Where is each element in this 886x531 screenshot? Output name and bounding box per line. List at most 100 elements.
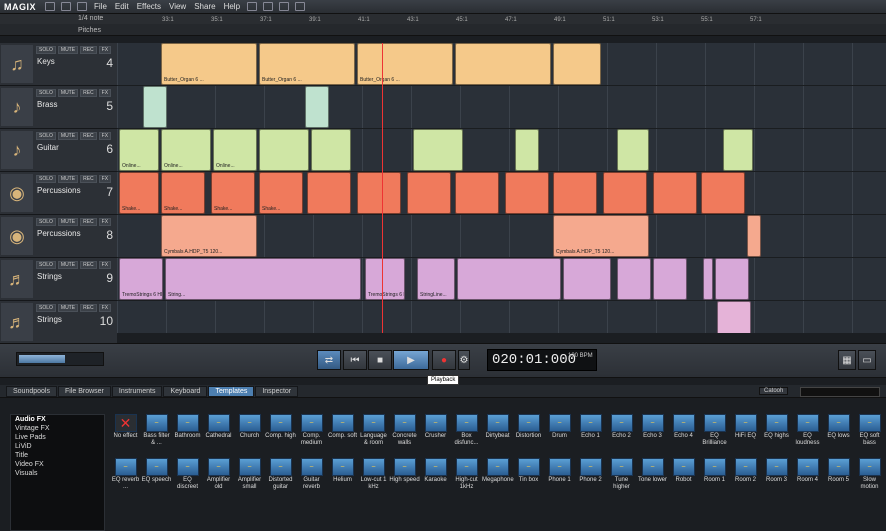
new-file-icon[interactable]: [45, 2, 56, 11]
clip[interactable]: TremoStrings 6 HDP_T5 120.00 BPM: [119, 258, 163, 300]
effect-tile[interactable]: ~ High speed: [389, 458, 420, 504]
rec-button[interactable]: REC: [80, 261, 97, 269]
effect-tile[interactable]: ~ Robot: [668, 458, 699, 504]
effect-tile[interactable]: ~ EQ speech: [141, 458, 172, 504]
clip[interactable]: [305, 86, 329, 128]
track-header[interactable]: ◉ SOLO MUTE REC FX Percussions 7: [0, 172, 117, 215]
clip[interactable]: [747, 215, 761, 257]
menu-effects[interactable]: Effects: [133, 2, 165, 11]
effect-tile[interactable]: ~ Crusher: [420, 414, 451, 460]
fx-button[interactable]: FX: [98, 304, 112, 312]
search-input[interactable]: [800, 387, 880, 397]
clip[interactable]: [701, 172, 745, 214]
effect-tile[interactable]: ~ Phone 2: [575, 458, 606, 504]
clip[interactable]: Butter_Organ 6 ...: [161, 43, 257, 85]
mute-button[interactable]: MUTE: [57, 132, 79, 140]
clip[interactable]: Cymbals A.HDP_T5 120...: [553, 215, 649, 257]
track-name[interactable]: Percussions: [37, 186, 81, 195]
menu-view[interactable]: View: [165, 2, 190, 11]
clip[interactable]: Shake...: [161, 172, 205, 214]
clip[interactable]: [357, 172, 401, 214]
effect-tile[interactable]: ~ Amplifier small: [234, 458, 265, 504]
clip[interactable]: [455, 172, 499, 214]
fx-button[interactable]: FX: [98, 261, 112, 269]
save-icon[interactable]: [77, 2, 88, 11]
mute-button[interactable]: MUTE: [57, 218, 79, 226]
clip[interactable]: [717, 301, 751, 333]
rec-button[interactable]: REC: [80, 132, 97, 140]
solo-button[interactable]: SOLO: [36, 304, 56, 312]
category-item[interactable]: Live Pads: [11, 433, 104, 442]
effect-tile[interactable]: ~ Comp. soft: [327, 414, 358, 460]
solo-button[interactable]: SOLO: [36, 132, 56, 140]
effect-tile[interactable]: ~ Echo 2: [606, 414, 637, 460]
clip[interactable]: [515, 129, 539, 171]
effect-tile[interactable]: ~ Guitar reverb: [296, 458, 327, 504]
clip[interactable]: [617, 258, 651, 300]
track-header[interactable]: ♬ SOLO MUTE REC FX Strings 10: [0, 301, 117, 344]
clip[interactable]: String...: [165, 258, 361, 300]
track-header[interactable]: ◉ SOLO MUTE REC FX Percussions 8: [0, 215, 117, 258]
category-item[interactable]: Vintage FX: [11, 424, 104, 433]
solo-button[interactable]: SOLO: [36, 261, 56, 269]
view-mode-2-button[interactable]: ▭: [858, 350, 876, 370]
clip[interactable]: [553, 43, 601, 85]
effect-tile[interactable]: ~ Megaphone: [482, 458, 514, 504]
fx-button[interactable]: FX: [98, 175, 112, 183]
effect-tile[interactable]: ~ Box disfunc...: [451, 414, 482, 460]
solo-button[interactable]: SOLO: [36, 89, 56, 97]
menu-share[interactable]: Share: [190, 2, 219, 11]
effect-tile[interactable]: ~ Slow motion: [854, 458, 885, 504]
rec-button[interactable]: REC: [80, 218, 97, 226]
tab-file-browser[interactable]: File Browser: [57, 386, 111, 397]
category-item[interactable]: Video FX: [11, 460, 104, 469]
effect-tile[interactable]: ~ Amplifier old: [203, 458, 234, 504]
rewind-button[interactable]: ⏮: [343, 350, 367, 370]
effect-tile[interactable]: ~ Karaoke: [420, 458, 451, 504]
clip[interactable]: [553, 172, 597, 214]
effect-tile[interactable]: ~ Distortion: [513, 414, 544, 460]
tab-instruments[interactable]: Instruments: [111, 386, 163, 397]
effect-tile[interactable]: ~ Low-cut 1 kHz: [358, 458, 389, 504]
clip[interactable]: [259, 129, 309, 171]
track-lane[interactable]: Online... Online... Online...: [117, 129, 886, 172]
clip[interactable]: [653, 172, 697, 214]
track-name[interactable]: Brass: [37, 100, 57, 109]
effect-tile[interactable]: ~ Room 1: [699, 458, 730, 504]
effect-tile[interactable]: ~ EQ Brilliance: [699, 414, 730, 460]
effect-tile[interactable]: ~ Tone lower: [637, 458, 668, 504]
track-header[interactable]: ♪ SOLO MUTE REC FX Guitar 6: [0, 129, 117, 172]
clip[interactable]: [307, 172, 351, 214]
clip[interactable]: [617, 129, 649, 171]
track-name[interactable]: Keys: [37, 57, 55, 66]
zoom-slider[interactable]: [16, 352, 104, 366]
track-lane[interactable]: Cymbals A.HDP_T5 120... Cymbals A.HDP_T5 …: [117, 215, 886, 258]
clip[interactable]: TremoStrings 6 HDP_T5 120...: [365, 258, 405, 300]
effect-tile[interactable]: ~ EQ discreet: [172, 458, 203, 504]
clip[interactable]: StringLine...: [417, 258, 455, 300]
clip[interactable]: [563, 258, 611, 300]
track-header[interactable]: ♬ SOLO MUTE REC FX Strings 9: [0, 258, 117, 301]
effect-tile[interactable]: ~ Comp. high: [265, 414, 296, 460]
scissors-icon[interactable]: [279, 2, 290, 11]
clip[interactable]: [653, 258, 687, 300]
category-item[interactable]: Title: [11, 451, 104, 460]
tab-inspector[interactable]: Inspector: [255, 386, 299, 397]
clip[interactable]: [715, 258, 749, 300]
clip[interactable]: [603, 172, 647, 214]
effect-tile[interactable]: ~ Room 2: [730, 458, 761, 504]
clip[interactable]: Online...: [161, 129, 211, 171]
fx-button[interactable]: FX: [98, 218, 112, 226]
tab-templates[interactable]: Templates: [208, 386, 255, 397]
clip[interactable]: [407, 172, 451, 214]
track-name[interactable]: Strings: [37, 315, 62, 324]
view-mode-1-button[interactable]: ▦: [838, 350, 856, 370]
effect-tile[interactable]: ~ Concrete walls: [389, 414, 420, 460]
loop-button[interactable]: ⇄: [317, 350, 341, 370]
track-header[interactable]: ♪ SOLO MUTE REC FX Brass 5: [0, 86, 117, 129]
effect-tile[interactable]: ~ Drum: [544, 414, 575, 460]
clip[interactable]: Butter_Organ 6 ...: [357, 43, 453, 85]
clip[interactable]: [505, 172, 549, 214]
effect-tile[interactable]: ~ EQ soft bass: [854, 414, 885, 460]
tab-soundpools[interactable]: Soundpools: [6, 386, 57, 397]
